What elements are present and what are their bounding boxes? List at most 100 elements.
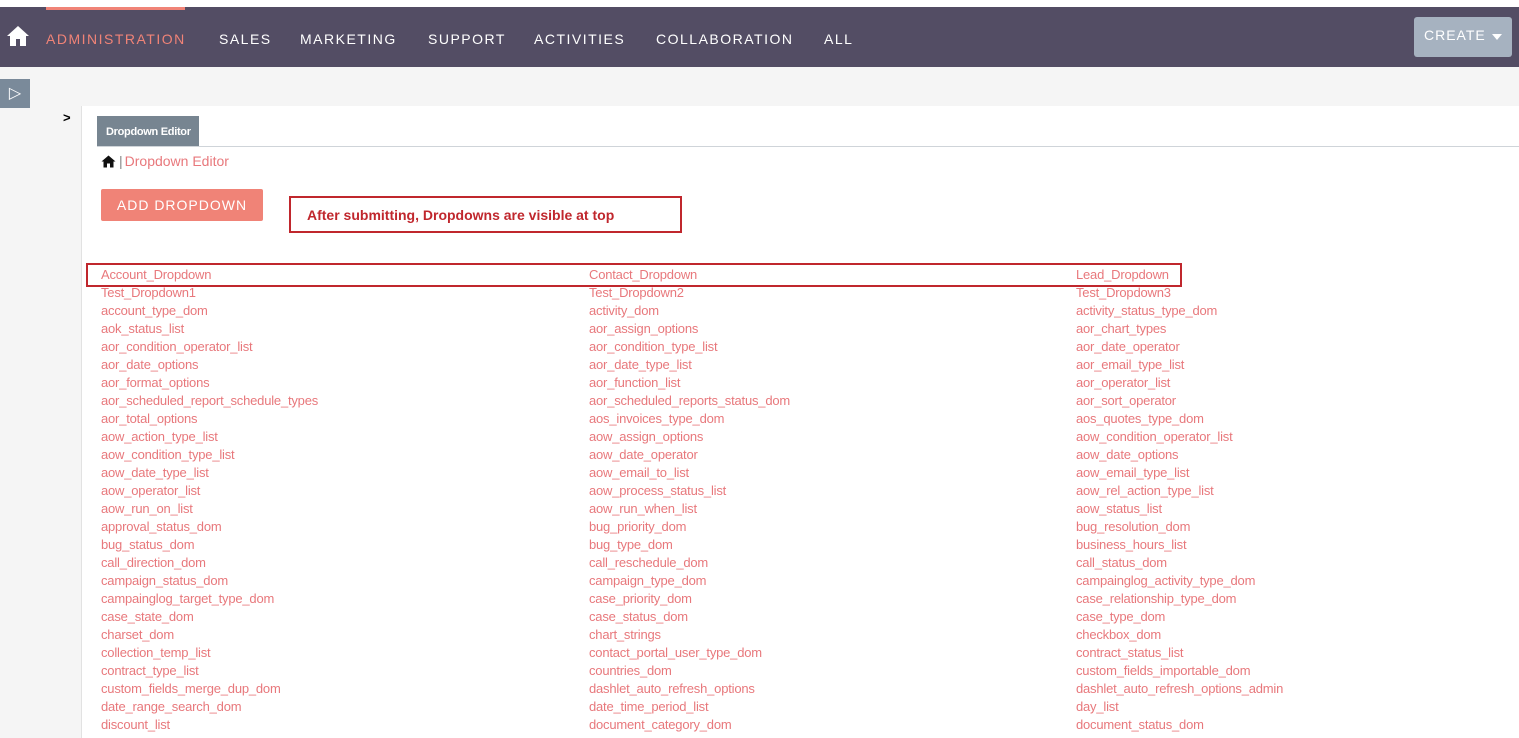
dropdown-link[interactable]: case_type_dom	[1076, 609, 1283, 627]
dropdown-link[interactable]: aow_action_type_list	[101, 429, 318, 447]
dropdown-link[interactable]: custom_fields_importable_dom	[1076, 663, 1283, 681]
annotation-text: After submitting, Dropdowns are visible …	[307, 207, 615, 223]
dropdown-link[interactable]: call_reschedule_dom	[589, 555, 790, 573]
create-button[interactable]: CREATE	[1414, 17, 1512, 57]
dropdown-link[interactable]: bug_status_dom	[101, 537, 318, 555]
dropdown-link[interactable]: case_relationship_type_dom	[1076, 591, 1283, 609]
dropdown-link[interactable]: aor_date_type_list	[589, 357, 790, 375]
dropdown-link[interactable]: Contact_Dropdown	[589, 267, 790, 285]
dropdown-link[interactable]: day_list	[1076, 699, 1283, 717]
dropdown-link[interactable]: dashlet_auto_refresh_options	[589, 681, 790, 699]
nav-item-support[interactable]: SUPPORT	[428, 31, 506, 47]
dropdown-link[interactable]: contact_portal_user_type_dom	[589, 645, 790, 663]
nav-active-indicator	[46, 7, 185, 10]
dropdown-link[interactable]: discount_list	[101, 717, 318, 735]
dropdown-link[interactable]: aow_email_type_list	[1076, 465, 1283, 483]
dropdown-link[interactable]: aor_scheduled_reports_status_dom	[589, 393, 790, 411]
dropdown-link[interactable]: aow_process_status_list	[589, 483, 790, 501]
dropdown-link[interactable]: aow_condition_operator_list	[1076, 429, 1283, 447]
dropdown-link[interactable]: aow_status_list	[1076, 501, 1283, 519]
dropdown-link[interactable]: aow_email_to_list	[589, 465, 790, 483]
dropdown-link[interactable]: charset_dom	[101, 627, 318, 645]
dropdown-link[interactable]: aor_assign_options	[589, 321, 790, 339]
dropdown-link[interactable]: bug_type_dom	[589, 537, 790, 555]
nav-item-marketing[interactable]: MARKETING	[300, 31, 397, 47]
dropdown-link[interactable]: campaign_type_dom	[589, 573, 790, 591]
add-dropdown-button[interactable]: ADD DROPDOWN	[101, 189, 263, 221]
dropdown-link[interactable]: case_state_dom	[101, 609, 318, 627]
dropdown-link[interactable]: Lead_Dropdown	[1076, 267, 1283, 285]
dropdown-link[interactable]: aor_total_options	[101, 411, 318, 429]
dropdown-link[interactable]: aor_date_operator	[1076, 339, 1283, 357]
dropdown-link[interactable]: activity_status_type_dom	[1076, 303, 1283, 321]
dropdown-link[interactable]: aor_condition_operator_list	[101, 339, 318, 357]
dropdown-link[interactable]: contract_status_list	[1076, 645, 1283, 663]
dropdown-link[interactable]: Test_Dropdown1	[101, 285, 318, 303]
dropdown-link[interactable]: countries_dom	[589, 663, 790, 681]
dropdown-link[interactable]: case_status_dom	[589, 609, 790, 627]
dropdown-link[interactable]: activity_dom	[589, 303, 790, 321]
dropdown-link[interactable]: checkbox_dom	[1076, 627, 1283, 645]
annotation-callout: After submitting, Dropdowns are visible …	[289, 196, 682, 233]
dropdown-link[interactable]: aok_status_list	[101, 321, 318, 339]
dropdown-link[interactable]: aor_scheduled_report_schedule_types	[101, 393, 318, 411]
dropdown-list-column-1: Account_Dropdown Test_Dropdown1 account_ty…	[101, 267, 318, 735]
dropdown-link[interactable]: date_time_period_list	[589, 699, 790, 717]
dropdown-link[interactable]: business_hours_list	[1076, 537, 1283, 555]
nav-item-collaboration[interactable]: COLLABORATION	[656, 31, 794, 47]
collapse-arrow-icon[interactable]: >	[63, 110, 71, 125]
breadcrumb: | Dropdown Editor	[101, 153, 229, 169]
dropdown-link[interactable]: aow_rel_action_type_list	[1076, 483, 1283, 501]
dropdown-link[interactable]: bug_resolution_dom	[1076, 519, 1283, 537]
dropdown-link[interactable]: Account_Dropdown	[101, 267, 318, 285]
breadcrumb-home-icon[interactable]	[101, 155, 116, 168]
dropdown-link[interactable]: aor_function_list	[589, 375, 790, 393]
dropdown-link[interactable]: campainglog_activity_type_dom	[1076, 573, 1283, 591]
dropdown-link[interactable]: collection_temp_list	[101, 645, 318, 663]
create-button-label: CREATE	[1424, 27, 1486, 43]
nav-item-all[interactable]: ALL	[824, 31, 853, 47]
dropdown-link[interactable]: aow_operator_list	[101, 483, 318, 501]
dropdown-link[interactable]: document_status_dom	[1076, 717, 1283, 735]
nav-item-activities[interactable]: ACTIVITIES	[534, 31, 625, 47]
dropdown-link[interactable]: aor_chart_types	[1076, 321, 1283, 339]
dropdown-link[interactable]: custom_fields_merge_dup_dom	[101, 681, 318, 699]
dropdown-link[interactable]: aos_quotes_type_dom	[1076, 411, 1283, 429]
dropdown-link[interactable]: date_range_search_dom	[101, 699, 318, 717]
dropdown-link[interactable]: aor_sort_operator	[1076, 393, 1283, 411]
dropdown-link[interactable]: campainglog_target_type_dom	[101, 591, 318, 609]
dropdown-link[interactable]: aor_date_options	[101, 357, 318, 375]
top-nav-bar: ADMINISTRATION SALES MARKETING SUPPORT A…	[0, 7, 1519, 67]
nav-item-administration[interactable]: ADMINISTRATION	[46, 31, 186, 47]
dropdown-link[interactable]: approval_status_dom	[101, 519, 318, 537]
home-icon[interactable]	[6, 25, 30, 47]
dropdown-link[interactable]: aow_date_type_list	[101, 465, 318, 483]
dropdown-link[interactable]: call_direction_dom	[101, 555, 318, 573]
dropdown-link[interactable]: dashlet_auto_refresh_options_admin	[1076, 681, 1283, 699]
dropdown-link[interactable]: aor_operator_list	[1076, 375, 1283, 393]
breadcrumb-current[interactable]: Dropdown Editor	[125, 153, 229, 169]
dropdown-link[interactable]: contract_type_list	[101, 663, 318, 681]
dropdown-link[interactable]: Test_Dropdown2	[589, 285, 790, 303]
dropdown-link[interactable]: call_status_dom	[1076, 555, 1283, 573]
dropdown-link[interactable]: campaign_status_dom	[101, 573, 318, 591]
dropdown-link[interactable]: aor_format_options	[101, 375, 318, 393]
sidebar-toggle-button[interactable]: ▷	[0, 79, 30, 108]
dropdown-link[interactable]: Test_Dropdown3	[1076, 285, 1283, 303]
tab-dropdown-editor[interactable]: Dropdown Editor	[97, 116, 199, 146]
dropdown-link[interactable]: aow_assign_options	[589, 429, 790, 447]
dropdown-link[interactable]: bug_priority_dom	[589, 519, 790, 537]
dropdown-link[interactable]: aow_date_options	[1076, 447, 1283, 465]
nav-item-sales[interactable]: SALES	[219, 31, 272, 47]
dropdown-link[interactable]: aos_invoices_type_dom	[589, 411, 790, 429]
dropdown-link[interactable]: aow_run_on_list	[101, 501, 318, 519]
dropdown-link[interactable]: chart_strings	[589, 627, 790, 645]
dropdown-link[interactable]: aow_run_when_list	[589, 501, 790, 519]
dropdown-link[interactable]: account_type_dom	[101, 303, 318, 321]
dropdown-link[interactable]: document_category_dom	[589, 717, 790, 735]
dropdown-link[interactable]: aor_condition_type_list	[589, 339, 790, 357]
dropdown-link[interactable]: case_priority_dom	[589, 591, 790, 609]
dropdown-link[interactable]: aor_email_type_list	[1076, 357, 1283, 375]
dropdown-link[interactable]: aow_date_operator	[589, 447, 790, 465]
dropdown-link[interactable]: aow_condition_type_list	[101, 447, 318, 465]
